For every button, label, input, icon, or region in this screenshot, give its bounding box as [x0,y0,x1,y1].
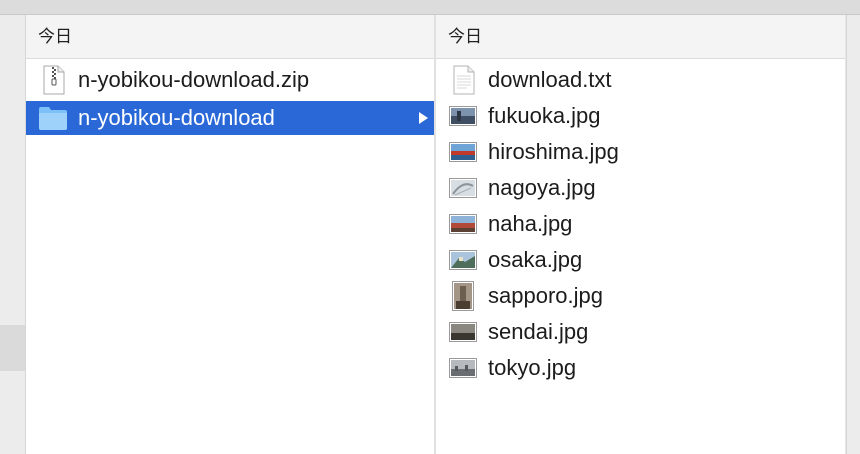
scroll-indicator-band [0,325,25,371]
file-row[interactable]: fukuoka.jpg [436,99,845,133]
column-header: 今日 [436,15,845,59]
file-name: sendai.jpg [488,319,589,344]
left-column-edge [0,15,26,454]
image-thumbnail-icon [449,320,477,344]
image-thumbnail-icon [449,140,477,164]
image-thumbnail-icon [449,356,477,380]
file-row[interactable]: download.txt [436,63,845,97]
file-row[interactable]: nagoya.jpg [436,171,845,205]
file-name: nagoya.jpg [488,175,596,200]
right-column-edge [846,15,860,454]
file-row[interactable]: sendai.jpg [436,315,845,349]
column-header: 今日 [26,15,434,59]
file-row[interactable]: osaka.jpg [436,243,845,277]
file-name: osaka.jpg [488,247,583,272]
image-thumbnail-icon [449,104,477,128]
folder-row-selected[interactable]: n-yobikou-download [26,101,434,135]
image-thumbnail-icon [449,248,477,272]
file-name: sapporo.jpg [488,283,603,308]
disclosure-triangle-icon [418,101,428,135]
file-name: hiroshima.jpg [488,139,619,164]
toolbar-strip [0,0,860,15]
file-name: naha.jpg [488,211,573,236]
zip-file-icon [43,65,65,95]
image-thumbnail-icon [449,212,477,236]
file-name: download.txt [488,67,612,92]
folder-name: n-yobikou-download [78,105,275,130]
column-today-2: 今日 download.txt fukuoka.jpg hiroshima.jp… [436,15,845,454]
column-today-1: 今日 n-yobikou-download.zip n-yobikou-down… [26,15,434,454]
file-row[interactable]: hiroshima.jpg [436,135,845,169]
file-row[interactable]: tokyo.jpg [436,351,845,385]
text-file-icon [453,65,475,95]
file-name: fukuoka.jpg [488,103,601,128]
image-thumbnail-icon [449,176,477,200]
file-name: tokyo.jpg [488,355,577,380]
file-row-zip[interactable]: n-yobikou-download.zip [26,63,434,97]
file-row[interactable]: sapporo.jpg [436,279,845,313]
file-row[interactable]: naha.jpg [436,207,845,241]
file-name: n-yobikou-download.zip [78,67,310,92]
image-thumbnail-icon [452,281,474,311]
folder-icon [38,105,68,131]
